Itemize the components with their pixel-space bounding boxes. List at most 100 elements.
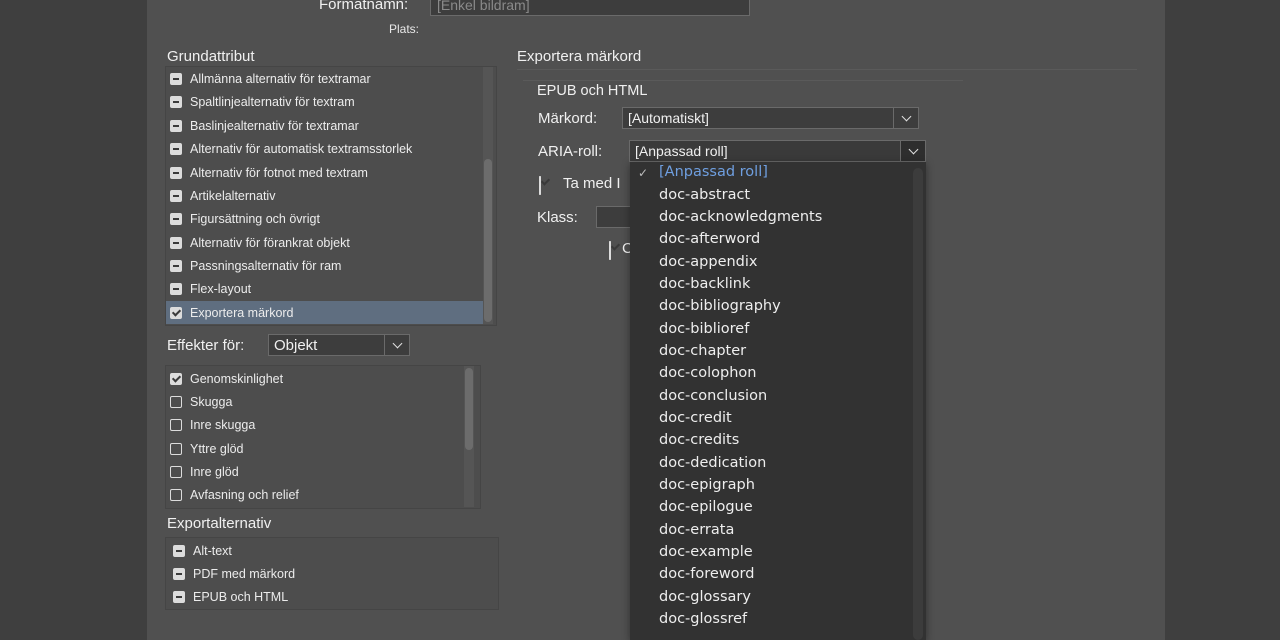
list-item[interactable]: Artikelalternativ — [170, 184, 275, 207]
checkbox-unchecked[interactable] — [170, 395, 182, 408]
format-name-value: [Enkel bildram] — [437, 0, 530, 13]
list-item-label: Avfasning och relief — [190, 487, 299, 502]
list-item[interactable]: Flex-layout — [170, 277, 251, 300]
menu-item[interactable]: doc-afterword — [659, 231, 760, 247]
list-item[interactable]: Baslinjealternativ för textramar — [170, 114, 359, 137]
checkbox-mixed[interactable] — [170, 236, 182, 249]
list-item[interactable]: Avfasning och relief — [170, 483, 299, 506]
checkbox-mixed[interactable] — [173, 590, 185, 603]
list-item-label: Alt-text — [193, 543, 232, 558]
menu-item[interactable]: doc-appendix — [659, 254, 758, 270]
menu-item[interactable]: doc-example — [659, 544, 753, 560]
menu-item[interactable]: doc-epilogue — [659, 499, 753, 515]
checkbox-unchecked[interactable] — [170, 418, 182, 431]
export-options-list[interactable]: Alt-text PDF med märkord EPUB och HTML — [165, 537, 499, 610]
checkbox-unchecked[interactable] — [170, 442, 182, 455]
menu-item[interactable]: doc-errata — [659, 522, 734, 538]
list-item[interactable]: Allmänna alternativ för textramar — [170, 67, 371, 90]
checkbox-checked[interactable] — [170, 306, 182, 319]
menu-item[interactable]: doc-bibliography — [659, 298, 781, 314]
checkbox-mixed[interactable] — [170, 166, 182, 179]
basic-attributes-scrollbar[interactable] — [483, 67, 493, 324]
menu-item[interactable]: doc-credits — [659, 432, 739, 448]
list-item[interactable]: Alternativ för automatisk textramsstorle… — [170, 137, 412, 160]
tag-label: Märkord: — [538, 110, 598, 127]
list-item[interactable]: EPUB och HTML — [173, 585, 288, 608]
location-label: Plats: — [389, 22, 420, 36]
menu-item[interactable]: doc-credit — [659, 410, 732, 426]
menu-item[interactable]: doc-glossref — [659, 611, 747, 627]
list-item[interactable]: Alt-text — [173, 539, 232, 562]
effects-for-select[interactable]: Objekt — [268, 334, 410, 356]
list-item[interactable]: Passningsalternativ för ram — [170, 254, 341, 277]
format-name-field[interactable]: [Enkel bildram] — [430, 0, 750, 16]
checkbox-unchecked[interactable] — [170, 488, 182, 501]
list-item[interactable]: PDF med märkord — [173, 562, 295, 585]
checkbox-checked[interactable] — [170, 372, 182, 385]
list-item-label: Passningsalternativ för ram — [190, 258, 342, 273]
list-item[interactable]: Inre skugga — [170, 413, 255, 436]
scrollbar-thumb[interactable] — [465, 368, 473, 450]
export-options-title: Exportalternativ — [167, 515, 272, 532]
checkbox-mixed[interactable] — [170, 119, 182, 132]
effects-list[interactable]: Genomskinlighet Skugga Inre skugga Yttre… — [165, 365, 481, 509]
list-item-label: Spaltlinjealternativ för textram — [190, 94, 355, 109]
list-item-selected[interactable]: Exportera märkord — [166, 301, 484, 324]
epub-html-section-title: EPUB och HTML — [537, 83, 648, 99]
menu-item-selected[interactable]: [Anpassad roll] — [659, 164, 768, 180]
menu-item[interactable]: doc-chapter — [659, 343, 746, 359]
effects-scrollbar[interactable] — [464, 366, 474, 507]
menu-item[interactable]: doc-backlink — [659, 276, 750, 292]
menu-item[interactable]: doc-colophon — [659, 365, 756, 381]
menu-item[interactable]: doc-glossary — [659, 589, 751, 605]
list-item[interactable]: Skugga — [170, 390, 232, 413]
list-item-label: Allmänna alternativ för textramar — [190, 71, 371, 86]
list-item-label: Genomskinlighet — [190, 371, 284, 386]
list-item-label: PDF med märkord — [193, 566, 296, 581]
background-left — [0, 0, 147, 640]
chevron-down-icon[interactable] — [893, 108, 918, 128]
divider — [523, 80, 963, 81]
chevron-down-icon[interactable] — [384, 335, 409, 355]
menu-item[interactable]: doc-acknowledgments — [659, 209, 822, 225]
basic-attributes-list[interactable]: Allmänna alternativ för textramar Spaltl… — [165, 66, 497, 326]
list-item[interactable]: Genomskinlighet — [170, 367, 283, 390]
menu-item[interactable]: doc-conclusion — [659, 388, 767, 404]
checkbox-mixed[interactable] — [170, 142, 182, 155]
list-item[interactable]: Yttre glöd — [170, 437, 244, 460]
checkbox-mixed[interactable] — [170, 95, 182, 108]
list-item-label: Baslinjealternativ för textramar — [190, 118, 359, 133]
checkbox-mixed[interactable] — [170, 189, 182, 202]
background-right — [1165, 0, 1280, 640]
basic-attributes-title: Grundattribut — [167, 48, 255, 65]
list-item-label: Flex-layout — [190, 281, 252, 296]
list-item[interactable]: Inre glöd — [170, 460, 239, 483]
checkbox-mixed[interactable] — [173, 544, 185, 557]
menu-item[interactable]: doc-biblioref — [659, 321, 749, 337]
checkbox-mixed[interactable] — [170, 282, 182, 295]
checkbox-mixed[interactable] — [170, 259, 182, 272]
list-item[interactable]: Alternativ för förankrat objekt — [170, 231, 350, 254]
checkbox-mixed[interactable] — [173, 567, 185, 580]
scrollbar-thumb[interactable] — [484, 159, 492, 322]
list-item[interactable]: Alternativ för fotnot med textram — [170, 161, 368, 184]
aria-menu-scrollbar[interactable] — [913, 168, 923, 640]
include-checkbox[interactable] — [539, 176, 541, 195]
aria-role-menu[interactable]: ✓ [Anpassad roll] doc-abstract doc-ackno… — [630, 162, 926, 640]
list-item[interactable]: Figursättning och övrigt — [170, 207, 320, 230]
checkbox-mixed[interactable] — [170, 212, 182, 225]
list-item[interactable]: Spaltlinjealternativ för textram — [170, 90, 355, 113]
list-item-label: EPUB och HTML — [193, 589, 289, 604]
export-tags-title: Exportera märkord — [517, 48, 642, 65]
checkbox-unchecked[interactable] — [170, 465, 182, 478]
chevron-down-icon[interactable] — [900, 141, 925, 161]
menu-item[interactable]: doc-epigraph — [659, 477, 755, 493]
menu-item[interactable]: doc-abstract — [659, 187, 750, 203]
menu-item[interactable]: doc-dedication — [659, 455, 766, 471]
list-item-label: Inre glöd — [190, 464, 239, 479]
aria-role-select[interactable]: [Anpassad roll] — [629, 140, 926, 162]
tag-select[interactable]: [Automatiskt] — [622, 107, 919, 129]
menu-item[interactable]: doc-foreword — [659, 566, 754, 582]
checkbox-mixed[interactable] — [170, 72, 182, 85]
second-checkbox[interactable] — [609, 241, 611, 260]
